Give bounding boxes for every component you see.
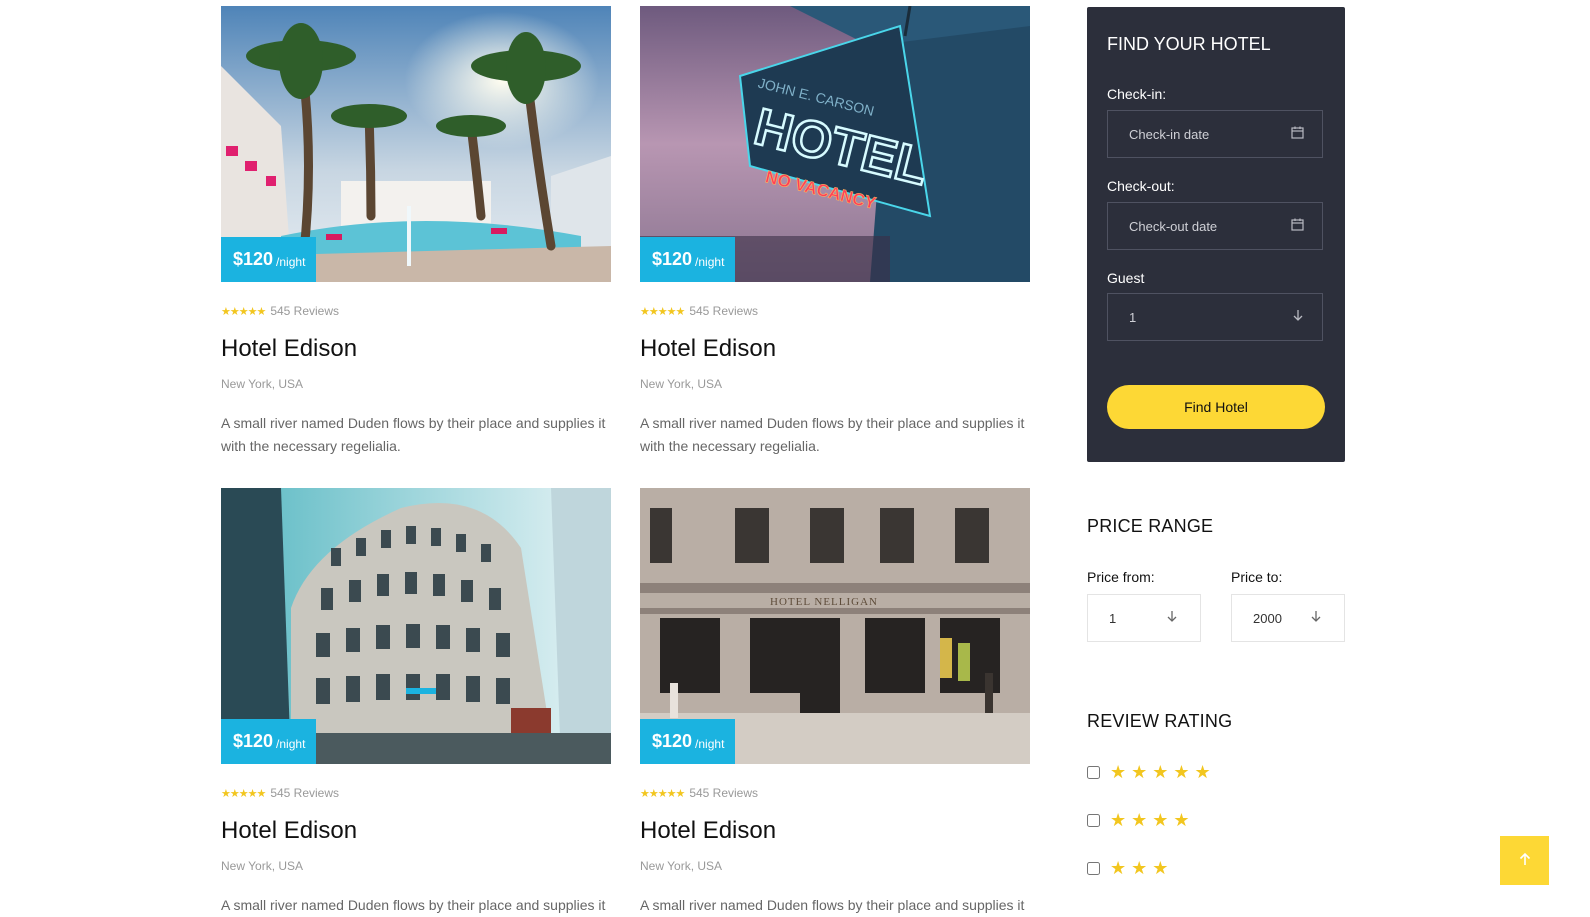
arrow-down-icon[interactable] bbox=[1292, 309, 1304, 325]
star-icons: ★★★★★ bbox=[1110, 762, 1216, 782]
price-unit: /night bbox=[695, 254, 725, 269]
hotel-description: A small river named Duden flows by their… bbox=[640, 897, 1025, 913]
find-hotel-button[interactable]: Find Hotel bbox=[1107, 385, 1325, 429]
hotel-description: A small river named Duden flows by their… bbox=[221, 897, 606, 913]
price-to-value: 2000 bbox=[1253, 610, 1282, 626]
rating-option-4[interactable]: ★★★★ bbox=[1087, 810, 1195, 830]
star-icons: ★★★★★ bbox=[640, 787, 685, 800]
star-icons: ★★★★★ bbox=[221, 787, 266, 800]
hotel-location: New York, USA bbox=[221, 377, 304, 391]
hotel-name[interactable]: Hotel Edison bbox=[640, 335, 1030, 363]
hotel-description: A small river named Duden flows by their… bbox=[221, 415, 606, 454]
rating-checkbox[interactable] bbox=[1087, 765, 1100, 779]
hotel-photo[interactable]: $120 /night bbox=[221, 6, 611, 282]
price-tag: $120 /night bbox=[640, 719, 736, 764]
arrow-up-icon bbox=[1519, 850, 1531, 871]
rating-option-3[interactable]: ★★★ bbox=[1087, 858, 1174, 878]
calendar-icon[interactable] bbox=[1291, 218, 1304, 234]
hotel-location: New York, USA bbox=[640, 859, 723, 873]
price-amount: $120 bbox=[652, 249, 693, 269]
checkin-label: Check-in: bbox=[1107, 86, 1167, 102]
review-count: 545 Reviews bbox=[689, 786, 759, 800]
hotel-name[interactable]: Hotel Edison bbox=[221, 817, 611, 845]
price-to-select[interactable]: 2000 bbox=[1231, 594, 1345, 642]
rating-option-5[interactable]: ★★★★★ bbox=[1087, 762, 1216, 782]
checkin-input[interactable]: Check-in date bbox=[1107, 110, 1323, 158]
rating-checkbox[interactable] bbox=[1087, 861, 1100, 875]
price-tag: $120 /night bbox=[221, 237, 317, 282]
hotel-name[interactable]: Hotel Edison bbox=[640, 817, 1030, 845]
guest-select[interactable]: 1 bbox=[1107, 293, 1323, 341]
hotel-card: HOTEL NELLIGAN $120 /night ★★★★★ 545 Rev… bbox=[640, 488, 1030, 917]
back-to-top-button[interactable] bbox=[1500, 836, 1549, 885]
price-unit: /night bbox=[276, 254, 306, 269]
arrow-down-icon[interactable] bbox=[1310, 610, 1322, 626]
star-icons: ★★★★★ bbox=[640, 305, 685, 318]
hotel-card: $120 /night ★★★★★ 545 Reviews Hotel Edis… bbox=[221, 6, 611, 458]
hotel-description: A small river named Duden flows by their… bbox=[640, 415, 1025, 454]
price-tag: $120 /night bbox=[221, 719, 317, 764]
hotel-location: New York, USA bbox=[221, 859, 304, 873]
find-hotel-panel: FIND YOUR HOTEL Check-in: Check-in date … bbox=[1087, 7, 1345, 462]
hotel-photo[interactable]: HOTEL NELLIGAN $120 /night bbox=[640, 488, 1030, 764]
price-unit: /night bbox=[276, 736, 306, 751]
star-icons: ★★★★★ bbox=[221, 305, 266, 318]
rating-line: ★★★★★ 545 Reviews bbox=[640, 786, 1030, 800]
price-from-value: 1 bbox=[1109, 610, 1117, 626]
guest-label: Guest bbox=[1107, 270, 1145, 286]
price-amount: $120 bbox=[652, 731, 693, 751]
review-count: 545 Reviews bbox=[270, 786, 340, 800]
checkout-label: Check-out: bbox=[1107, 178, 1175, 194]
price-to-label: Price to: bbox=[1231, 569, 1283, 585]
guest-value: 1 bbox=[1129, 309, 1137, 325]
hotel-location: New York, USA bbox=[640, 377, 723, 391]
hotel-photo[interactable]: JOHN E. CARSON HOTEL NO VACANCY $120 /ni… bbox=[640, 6, 1030, 282]
rating-line: ★★★★★ 545 Reviews bbox=[640, 304, 1030, 318]
find-hotel-title: FIND YOUR HOTEL bbox=[1107, 34, 1271, 54]
hotel-card: $120 /night ★★★★★ 545 Reviews Hotel Edis… bbox=[221, 488, 611, 917]
price-from-select[interactable]: 1 bbox=[1087, 594, 1201, 642]
rating-line: ★★★★★ 545 Reviews bbox=[221, 304, 611, 318]
review-count: 545 Reviews bbox=[689, 304, 759, 318]
checkout-input[interactable]: Check-out date bbox=[1107, 202, 1323, 250]
price-from-label: Price from: bbox=[1087, 569, 1155, 585]
price-amount: $120 bbox=[233, 249, 274, 269]
facade-sign-text: HOTEL NELLIGAN bbox=[770, 596, 878, 608]
checkin-placeholder: Check-in date bbox=[1129, 126, 1210, 142]
rating-line: ★★★★★ 545 Reviews bbox=[221, 786, 611, 800]
hotel-card: JOHN E. CARSON HOTEL NO VACANCY $120 /ni… bbox=[640, 6, 1030, 458]
price-range-title: PRICE RANGE bbox=[1087, 516, 1214, 536]
hotel-name[interactable]: Hotel Edison bbox=[221, 335, 611, 363]
rating-checkbox[interactable] bbox=[1087, 813, 1100, 827]
review-count: 545 Reviews bbox=[270, 304, 340, 318]
price-amount: $120 bbox=[233, 731, 274, 751]
checkout-placeholder: Check-out date bbox=[1129, 218, 1218, 234]
arrow-down-icon[interactable] bbox=[1166, 610, 1178, 626]
hotel-photo[interactable]: $120 /night bbox=[221, 488, 611, 764]
price-unit: /night bbox=[695, 736, 725, 751]
calendar-icon[interactable] bbox=[1291, 126, 1304, 142]
star-icons: ★★★ bbox=[1110, 858, 1174, 878]
price-tag: $120 /night bbox=[640, 237, 736, 282]
review-rating-title: REVIEW RATING bbox=[1087, 711, 1233, 731]
star-icons: ★★★★ bbox=[1110, 810, 1195, 830]
